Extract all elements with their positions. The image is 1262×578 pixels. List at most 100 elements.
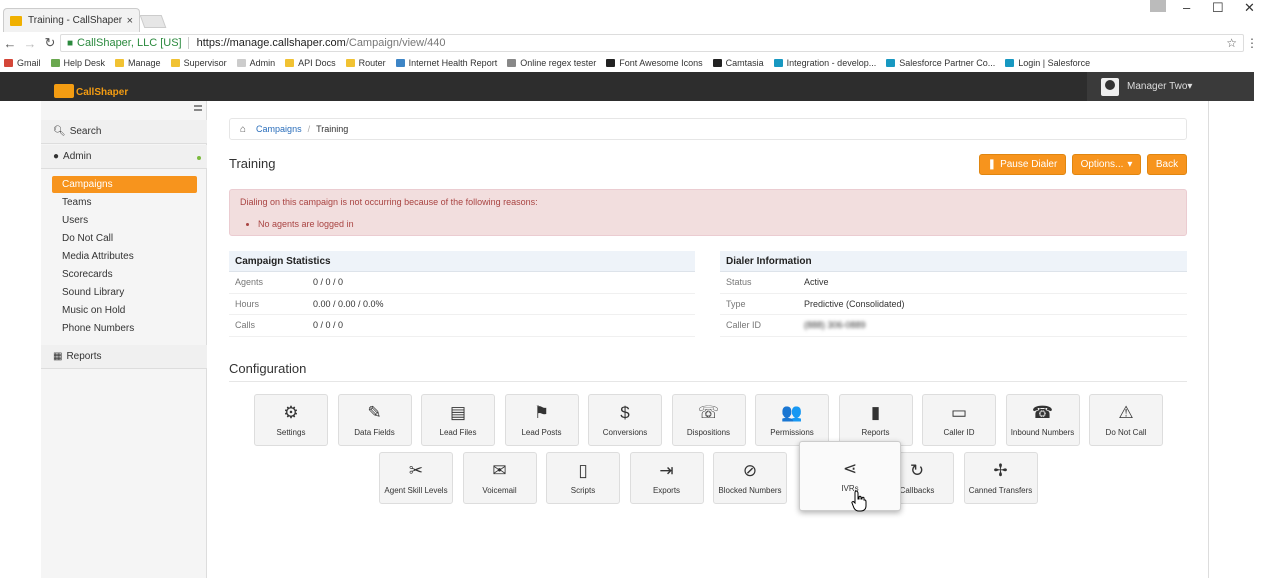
tile-label: Reports [861, 427, 890, 437]
bookmark-icon [395, 59, 405, 67]
scripts-tile[interactable]: ▯ Scripts [546, 452, 620, 504]
bookmark-item[interactable]: Integration - develop... [773, 58, 876, 68]
sidebar-item-scorecards[interactable]: Scorecards [52, 266, 197, 283]
row-label: Caller ID [726, 320, 762, 331]
bookmark-item[interactable]: Gmail [4, 58, 41, 68]
agent-skill-levels-icon: ✂ [408, 460, 424, 480]
back-arrow-icon[interactable]: ← [0, 36, 20, 51]
bookmark-item[interactable]: Internet Health Report [395, 58, 497, 68]
sidebar-item-music-on-hold[interactable]: Music on Hold [52, 302, 197, 319]
sidebar-search[interactable]: 🔍︎ Search [41, 120, 207, 144]
app-header: CallShaper Manager Two ▾ [0, 72, 1254, 101]
sidebar-item-sound-library[interactable]: Sound Library [52, 284, 197, 301]
reload-icon[interactable]: ↻ [40, 35, 60, 51]
bookmark-item[interactable]: Admin [236, 58, 275, 68]
breadcrumb-campaigns[interactable]: Campaigns [256, 124, 302, 134]
user-menu[interactable]: Manager Two ▾ [1087, 72, 1254, 101]
url-input[interactable]: ■ CallShaper, LLC [US] https://manage.ca… [60, 34, 1244, 52]
secure-label: CallShaper, LLC [US] [77, 37, 189, 49]
pause-dialer-button[interactable]: ❚ Pause Dialer [979, 154, 1066, 175]
bookmark-item[interactable]: Manage [115, 58, 161, 68]
bookmark-item[interactable]: Router [345, 58, 386, 68]
maximize-button[interactable]: ☐ [1212, 0, 1224, 16]
home-icon[interactable]: ⌂ [240, 124, 246, 135]
ivrs-tile[interactable]: ⋖ IVRs [799, 441, 901, 511]
inbound-numbers-icon: ☎ [1031, 402, 1054, 422]
blocked-numbers-tile[interactable]: ⊘ Blocked Numbers [713, 452, 787, 504]
do-not-call-tile[interactable]: ⚠ Do Not Call [1089, 394, 1163, 446]
lead-files-tile[interactable]: ▤ Lead Files [421, 394, 495, 446]
back-button[interactable]: Back [1147, 154, 1187, 175]
bookmark-icon [773, 59, 783, 67]
bookmark-item[interactable]: Login | Salesforce [1005, 58, 1090, 68]
bookmark-item[interactable]: Camtasia [712, 58, 764, 68]
row-label: Type [726, 298, 746, 309]
scripts-icon: ▯ [578, 460, 588, 480]
exports-tile[interactable]: ⇥ Exports [629, 452, 704, 504]
tile-label: Lead Files [439, 427, 477, 437]
bookmark-icon [1005, 59, 1015, 67]
bookmark-item[interactable]: Font Awesome Icons [606, 58, 703, 68]
tile-label: Exports [652, 485, 681, 495]
sidebar-item-phone-numbers[interactable]: Phone Numbers [52, 320, 197, 337]
minimize-button[interactable]: – [1183, 0, 1190, 16]
blocked-numbers-icon: ⊘ [742, 460, 758, 480]
bookmark-item[interactable]: Online regex tester [507, 58, 596, 68]
callshaper-logo[interactable]: CallShaper [54, 76, 128, 98]
table-row: Caller ID (888) 306-0889 [720, 315, 1187, 337]
options-button[interactable]: Options... ▾ [1072, 154, 1141, 175]
profile-icon[interactable] [1150, 0, 1166, 12]
url-path: /Campaign/view/440 [345, 37, 446, 49]
tile-label: Voicemail [482, 485, 517, 495]
configuration-title: Configuration [229, 361, 307, 376]
status-dot-icon [197, 156, 201, 160]
data-fields-tile[interactable]: ✎ Data Fields [337, 394, 412, 446]
bookmark-icon [236, 59, 246, 67]
avatar [1101, 77, 1119, 96]
permissions-tile[interactable]: 👥 Permissions [755, 394, 829, 446]
row-label: Agents [235, 277, 264, 288]
bookmark-icon [507, 59, 517, 67]
callbacks-icon: ↻ [909, 460, 925, 480]
bookmark-item[interactable]: Help Desk [50, 58, 105, 68]
lock-icon: ■ [67, 37, 74, 49]
sidebar-item-users[interactable]: Users [52, 212, 197, 229]
grid-icon: ▦ [53, 351, 63, 362]
campaign-statistics-panel: Campaign Statistics Agents 0 / 0 / 0 Hours… [229, 251, 695, 339]
bookmark-star-icon[interactable]: ☆ [1226, 36, 1237, 50]
close-window-button[interactable]: ✕ [1244, 0, 1255, 16]
reports-tile[interactable]: ▮ Reports [838, 394, 913, 446]
caller-id-tile[interactable]: ▭ Caller ID [922, 394, 996, 446]
sidebar-item-do-not-call[interactable]: Do Not Call [52, 230, 197, 247]
voicemail-tile[interactable]: ✉ Voicemail [462, 452, 537, 504]
bookmark-icon [115, 59, 125, 67]
settings-tile[interactable]: ⚙ Settings [254, 394, 328, 446]
dispositions-tile[interactable]: ☏ Dispositions [671, 394, 746, 446]
forward-arrow-icon[interactable]: → [20, 36, 40, 51]
tab-close-icon[interactable]: × [127, 15, 133, 27]
bookmark-item[interactable]: API Docs [285, 58, 336, 68]
bookmark-icon [345, 59, 355, 67]
sidebar-item-media-attributes[interactable]: Media Attributes [52, 248, 197, 265]
new-tab-button[interactable] [139, 15, 167, 28]
sidebar-item-teams[interactable]: Teams [52, 194, 197, 211]
inbound-numbers-tile[interactable]: ☎ Inbound Numbers [1005, 394, 1080, 446]
sidebar-item-campaigns[interactable]: Campaigns [52, 176, 197, 193]
bookmark-item[interactable]: Salesforce Partner Co... [886, 58, 995, 68]
agent-skill-levels-tile[interactable]: ✂ Agent Skill Levels [379, 452, 453, 504]
alert-reason: No agents are logged in [258, 219, 1176, 229]
browser-menu-icon[interactable]: ⋮ [1246, 36, 1258, 50]
pause-icon: ❚ [987, 159, 997, 170]
conversions-tile[interactable]: $ Conversions [588, 394, 662, 446]
lead-posts-tile[interactable]: ⚑ Lead Posts [504, 394, 579, 446]
bookmark-item[interactable]: Supervisor [170, 58, 227, 68]
browser-tab[interactable]: Training - CallShaper CD × [3, 8, 140, 32]
conversions-icon: $ [620, 402, 630, 422]
sidebar-reports[interactable]: ▦ Reports [41, 345, 207, 369]
voicemail-icon: ✉ [492, 460, 507, 480]
row-label: Status [726, 277, 752, 288]
collapse-menu-icon[interactable] [194, 105, 202, 111]
sidebar-admin[interactable]: ● Admin [41, 145, 207, 169]
canned-transfers-tile[interactable]: ✢ Canned Transfers [963, 452, 1038, 504]
tile-label: Callbacks [899, 485, 935, 495]
